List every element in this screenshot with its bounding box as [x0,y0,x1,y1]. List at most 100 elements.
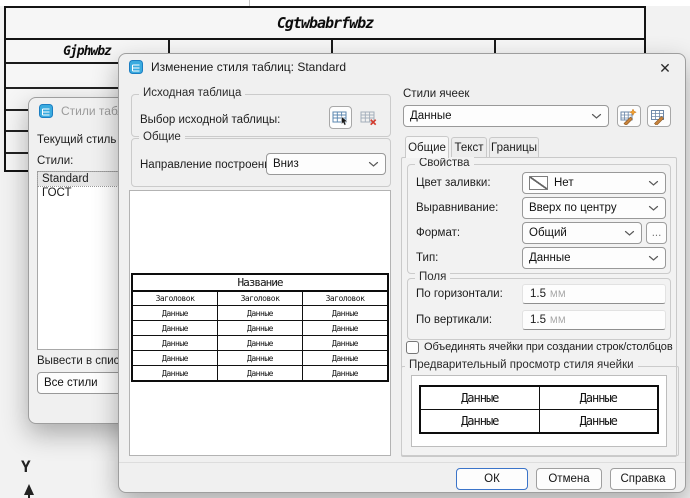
cancel-button-label: Отмена [548,473,589,485]
edit-table-style-dialog: Изменение стиля таблиц: Standard ✕ Исход… [118,53,686,493]
preview-header-cell: Заголовок [303,292,387,305]
format-combo[interactable]: Общий [522,222,642,244]
ok-button-label: ОК [484,473,500,485]
help-button[interactable]: Справка [610,468,676,490]
margins-group: Поля По горизонтали: 1.5 мм По вертикали… [407,278,671,340]
preview-data-cell: Данные [133,336,218,350]
close-button[interactable]: ✕ [655,59,675,77]
horizontal-margin-unit: мм [550,289,566,299]
edit-dialog-title: Изменение стиля таблиц: Standard [151,60,346,74]
help-button-label: Справка [620,473,665,485]
preview-data-cell: Данные [303,321,387,335]
preview-data-cell: Данные [133,321,218,335]
preview-data-row: Данные Данные Данные [133,336,387,351]
drawing-table-title-cell: Cgtwbabrfwbz [6,8,644,40]
table-style-preview: Название Заголовок Заголовок Заголовок Д… [131,273,389,382]
build-direction-combo[interactable]: Вниз [266,153,386,175]
list-filter-value: Все стили [44,377,98,389]
chevron-down-icon [648,180,659,187]
source-table-label: Выбор исходной таблицы: [140,114,280,126]
properties-group: Свойства Цвет заливки: Нет Выравнивание:… [407,164,671,274]
horizontal-margin-label: По горизонтали: [416,288,503,300]
preview-data-cell: Данные [218,336,303,350]
no-fill-swatch-icon [529,176,548,190]
tab-borders-label: Границы [491,142,537,154]
preview-data-row: Данные Данные Данные [133,351,387,366]
cell-preview-row: Данные Данные [421,387,657,410]
merge-cells-checkbox[interactable] [406,341,419,354]
styles-list-label: Стили: [37,155,73,167]
cancel-button[interactable]: Отмена [536,468,602,490]
merge-cells-label: Объединять ячейки при создании строк/сто… [424,341,673,353]
ok-button[interactable]: ОК [456,468,528,490]
preview-data-cell: Данные [303,336,387,350]
preview-data-cell: Данные [218,321,303,335]
build-direction-value: Вниз [273,158,299,170]
chevron-down-icon [648,255,659,262]
preview-data-cell: Данные [303,306,387,320]
preview-data-row: Данные Данные Данные [133,366,387,380]
tab-general-label: Общие [408,142,446,154]
format-more-button[interactable]: ... [646,222,667,244]
type-value: Данные [529,252,571,264]
alignment-combo[interactable]: Вверх по центру [522,197,666,219]
cell-styles-label: Стили ячеек [403,88,469,100]
close-icon: ✕ [659,60,671,77]
cell-style-preview-table: Данные Данные Данные Данные [419,385,659,434]
vertical-margin-label: По вертикали: [416,314,492,326]
margins-group-legend: Поля [415,271,450,283]
preview-data-cell: Данные [218,366,303,380]
remove-source-table-button[interactable] [358,107,379,128]
preview-data-cell: Данные [133,306,218,320]
cell-style-value: Данные [410,110,452,122]
cell-style-combo[interactable]: Данные [403,105,609,127]
chevron-down-icon [648,205,659,212]
preview-data-cell: Данные [218,351,303,365]
tab-borders[interactable]: Границы [489,137,539,158]
cell-style-preview-panel: Данные Данные Данные Данные [411,375,667,447]
cell-preview-row: Данные Данные [421,410,657,432]
cad-drawing-area: Cgtwbabrfwbz Gjphwbz Y Стили таблиц Теку… [0,0,690,498]
cell-style-preview-legend: Предварительный просмотр стиля ячейки [405,359,638,371]
create-cell-style-button[interactable] [617,105,641,127]
tab-general[interactable]: Общие [405,136,449,158]
horizontal-margin-field[interactable]: 1.5 мм [522,284,666,304]
table-remove-icon [360,110,378,126]
select-source-table-button[interactable] [329,106,352,129]
manage-cell-styles-button[interactable] [647,105,671,127]
table-select-icon [332,110,350,126]
ucs-y-axis-shaft [28,494,30,498]
preview-title-cell: Название [133,275,387,292]
tab-text-label: Текст [455,142,484,154]
chevron-down-icon [368,161,379,168]
preview-data-cell: Данные [218,306,303,320]
fill-color-combo[interactable]: Нет [522,172,666,194]
cell-preview-cell: Данные [421,410,540,432]
format-value: Общий [529,227,567,239]
preview-data-cell: Данные [133,366,218,380]
vertical-margin-field[interactable]: 1.5 мм [522,310,666,330]
edit-dialog-titlebar[interactable]: Изменение стиля таблиц: Standard ✕ [119,54,685,80]
manage-cell-styles-icon [650,108,668,125]
cell-preview-cell: Данные [421,387,540,409]
fill-color-value: Нет [554,177,574,189]
preview-data-row: Данные Данные Данные [133,321,387,336]
vertical-margin-unit: мм [550,315,566,325]
preview-header-cell: Заголовок [133,292,218,305]
type-combo[interactable]: Данные [522,247,666,269]
preview-data-cell: Данные [303,351,387,365]
preview-header-row: Заголовок Заголовок Заголовок [133,292,387,306]
horizontal-margin-value: 1.5 [530,288,546,300]
ellipsis-icon: ... [652,227,662,239]
build-direction-label: Направление построения: [140,159,280,171]
chevron-down-icon [624,230,635,237]
cell-preview-cell: Данные [540,410,658,432]
footer-divider [119,462,685,463]
alignment-label: Выравнивание: [416,202,498,214]
new-cell-style-icon [620,108,638,125]
properties-group-legend: Свойства [415,157,474,169]
type-label: Тип: [416,252,438,264]
general-group-legend: Общие [139,131,185,143]
tab-text[interactable]: Текст [451,137,487,158]
preview-data-cell: Данные [303,366,387,380]
